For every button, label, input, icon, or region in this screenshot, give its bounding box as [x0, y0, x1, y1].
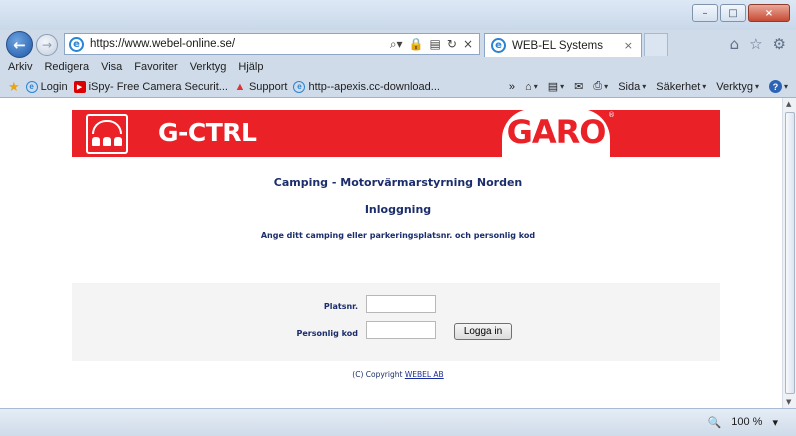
- zoom-icon: 🔍: [707, 417, 722, 429]
- menu-verktyg[interactable]: Verktyg: [190, 61, 227, 73]
- print-button[interactable]: ⎙ ▾: [593, 80, 608, 93]
- youtube-icon: ▶: [73, 80, 86, 93]
- ie-icon: e: [69, 36, 84, 52]
- tools-menu[interactable]: Verktyg ▾: [716, 81, 759, 93]
- mail-icon: ✉: [574, 81, 584, 93]
- navigation-bar: ← → e https://www.webel-online.se/ ⌕▾ 🔒 …: [0, 30, 796, 58]
- scroll-thumb[interactable]: [785, 112, 795, 394]
- favorites-star-icon[interactable]: ★: [8, 79, 20, 95]
- menu-hjalp[interactable]: Hjälp: [238, 61, 263, 73]
- favorite-support[interactable]: ▲ Support: [234, 81, 288, 93]
- garo-logo-text: GARO: [506, 113, 607, 151]
- favorites-bar: ★ e Login ▶ iSpy- Free Camera Securit...…: [0, 76, 796, 98]
- lock-icon[interactable]: 🔒: [409, 37, 424, 52]
- page-menu-label: Sida: [618, 80, 641, 93]
- support-icon: ▲: [234, 80, 246, 93]
- login-heading: Inloggning: [364, 203, 432, 216]
- zoom-control[interactable]: 🔍 100 % ▾: [708, 416, 778, 429]
- star-icon[interactable]: ☆: [749, 35, 762, 53]
- header-banner: G-CTRL GARO ®: [72, 109, 720, 158]
- window-controls: – □ ×: [692, 4, 790, 22]
- chevron-icon[interactable]: »: [509, 81, 515, 93]
- address-bar[interactable]: e https://www.webel-online.se/ ⌕▾ 🔒 ▤ ↻ …: [64, 33, 480, 55]
- favorite-login[interactable]: e Login: [25, 80, 68, 93]
- login-instruction: Ange ditt camping eller parkeringsplatsn…: [260, 231, 536, 240]
- safety-menu-label: Säkerhet: [656, 80, 701, 93]
- garo-logo: GARO: [502, 109, 610, 158]
- status-bar: 🔍 100 % ▾: [0, 408, 796, 436]
- back-button[interactable]: ←: [6, 31, 33, 58]
- ie-icon: e: [25, 80, 38, 93]
- favorite-ispy[interactable]: ▶ iSpy- Free Camera Securit...: [73, 80, 228, 93]
- scroll-down-icon[interactable]: ▼: [786, 398, 791, 406]
- gear-icon[interactable]: ⚙: [773, 35, 786, 53]
- url-text[interactable]: https://www.webel-online.se/: [90, 38, 235, 50]
- tools-menu-label: Verktyg: [716, 80, 753, 93]
- personal-code-input[interactable]: [366, 321, 436, 339]
- help-button[interactable]: ? ▾: [768, 80, 788, 93]
- copyright-text: (C) Copyright: [352, 370, 405, 379]
- ie-icon: e: [491, 38, 506, 53]
- feed-icon: ▤: [547, 81, 559, 93]
- feeds-button[interactable]: ▤ ▾: [548, 80, 564, 93]
- search-icon[interactable]: ⌕▾: [390, 37, 403, 52]
- copyright: (C) Copyright WEBEL AB: [0, 370, 782, 379]
- login-form: Platsnr. Personlig kod Logga in: [72, 283, 720, 361]
- zoom-level: 100 %: [731, 416, 763, 428]
- tab-label: WEB-EL Systems: [512, 39, 603, 52]
- scroll-up-icon[interactable]: ▲: [786, 100, 791, 108]
- personal-code-label: Personlig kod: [296, 329, 358, 338]
- favorite-label: Login: [40, 80, 68, 93]
- ie-icon: e: [293, 80, 306, 93]
- print-icon: ⎙: [593, 80, 603, 92]
- webel-link[interactable]: WEBEL AB: [405, 370, 444, 379]
- browser-icons: ⌂ ☆ ⚙: [730, 35, 786, 53]
- arrow-left-icon: ←: [13, 35, 26, 54]
- arrow-right-icon: →: [41, 38, 53, 52]
- site-number-label: Platsnr.: [323, 302, 358, 311]
- home-icon: ⌂: [525, 80, 532, 93]
- command-bar: » ⌂ ▾ ▤ ▾ ✉ ⎙ ▾ Sida ▾ Säkerhet ▾ Verktyg ▾ ? ▾: [509, 80, 796, 93]
- page-viewport: G-CTRL GARO ® Camping - Motorvärmarstyrn…: [0, 98, 782, 408]
- safety-menu[interactable]: Säkerhet ▾: [656, 81, 706, 93]
- menu-arkiv[interactable]: Arkiv: [8, 61, 32, 73]
- minimize-button[interactable]: –: [692, 4, 718, 22]
- page-menu[interactable]: Sida ▾: [618, 81, 646, 93]
- tab-webel[interactable]: e WEB-EL Systems ×: [484, 33, 642, 57]
- forward-button[interactable]: →: [36, 34, 58, 56]
- registered-mark: ®: [608, 111, 615, 119]
- maximize-button[interactable]: □: [720, 4, 746, 22]
- favorite-label: Support: [248, 80, 288, 93]
- favorite-apexis[interactable]: e http--apexis.cc-download...: [293, 80, 440, 93]
- menu-bar: Arkiv Redigera Visa Favoriter Verktyg Hj…: [0, 58, 796, 76]
- new-tab-button[interactable]: [644, 33, 668, 56]
- menu-favoriter[interactable]: Favoriter: [134, 61, 177, 73]
- window-titlebar: – □ ×: [0, 0, 796, 30]
- mail-button[interactable]: ✉: [574, 80, 583, 93]
- site-number-input[interactable]: [366, 295, 436, 313]
- home-icon[interactable]: ⌂: [730, 35, 740, 53]
- compat-icon[interactable]: ▤: [430, 37, 441, 52]
- refresh-icon[interactable]: ↻: [447, 37, 457, 52]
- tab-close-icon[interactable]: ×: [624, 39, 633, 52]
- favorite-label: http--apexis.cc-download...: [308, 80, 440, 93]
- gctrl-logo: G-CTRL: [158, 118, 257, 147]
- login-button[interactable]: Logga in: [454, 323, 512, 340]
- close-button[interactable]: ×: [748, 4, 790, 22]
- favorite-label: iSpy- Free Camera Securit...: [88, 80, 228, 93]
- address-tools: ⌕▾ 🔒 ▤ ↻ ×: [390, 37, 479, 52]
- home-button[interactable]: ⌂ ▾: [525, 81, 538, 93]
- vertical-scrollbar[interactable]: ▲ ▼: [782, 98, 796, 408]
- garage-logo-icon: [86, 114, 128, 154]
- menu-visa[interactable]: Visa: [101, 61, 122, 73]
- page-title: Camping - Motorvärmarstyrning Norden: [273, 176, 523, 189]
- menu-redigera[interactable]: Redigera: [44, 61, 89, 73]
- help-icon: ?: [768, 80, 782, 93]
- stop-icon[interactable]: ×: [463, 37, 473, 52]
- zoom-caret-icon[interactable]: ▾: [772, 416, 778, 429]
